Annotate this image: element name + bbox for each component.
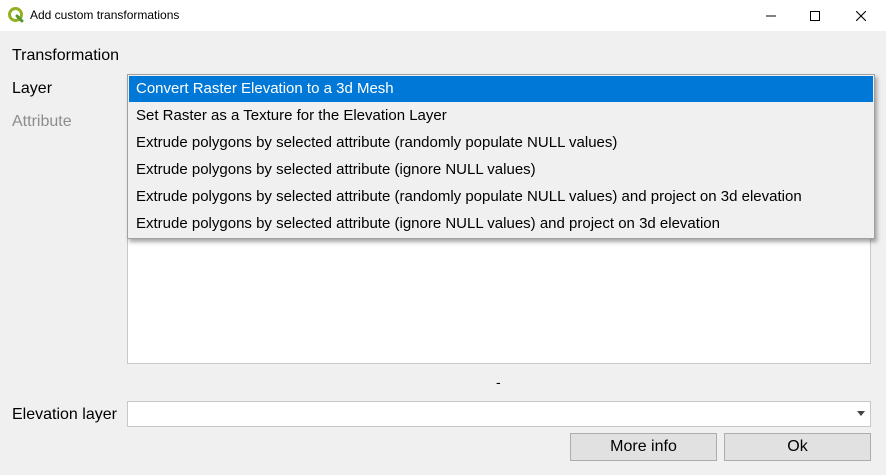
splitter-handle[interactable]: - (496, 374, 501, 390)
maximize-icon (810, 10, 820, 21)
layer-label: Layer (12, 80, 53, 97)
transformation-dropdown-list[interactable]: Convert Raster Elevation to a 3d Mesh Se… (127, 74, 875, 239)
transformation-label: Transformation (12, 47, 119, 64)
window-title: Add custom transformations (30, 8, 180, 22)
close-button[interactable] (838, 0, 884, 31)
qgis-logo-icon (8, 7, 24, 23)
dropdown-item[interactable]: Extrude polygons by selected attribute (… (129, 157, 873, 183)
elevation-layer-label: Elevation layer (12, 406, 117, 423)
minimize-icon (766, 15, 776, 16)
ok-button[interactable]: Ok (724, 433, 871, 461)
maximize-button[interactable] (792, 0, 838, 31)
more-info-button[interactable]: More info (570, 433, 717, 461)
chevron-down-icon (857, 411, 865, 416)
dropdown-item[interactable]: Extrude polygons by selected attribute (… (129, 130, 873, 156)
dropdown-item[interactable]: Set Raster as a Texture for the Elevatio… (129, 103, 873, 129)
dropdown-item[interactable]: Convert Raster Elevation to a 3d Mesh (129, 76, 873, 102)
minimize-button[interactable] (748, 0, 794, 31)
dialog-body: Transformation Layer Attribute - Elevati… (0, 31, 886, 475)
dropdown-item[interactable]: Extrude polygons by selected attribute (… (129, 211, 873, 237)
close-icon (856, 10, 866, 21)
elevation-layer-select[interactable] (127, 401, 871, 427)
dropdown-item[interactable]: Extrude polygons by selected attribute (… (129, 184, 873, 210)
attribute-label: Attribute (12, 113, 72, 130)
title-bar: Add custom transformations (0, 0, 886, 31)
